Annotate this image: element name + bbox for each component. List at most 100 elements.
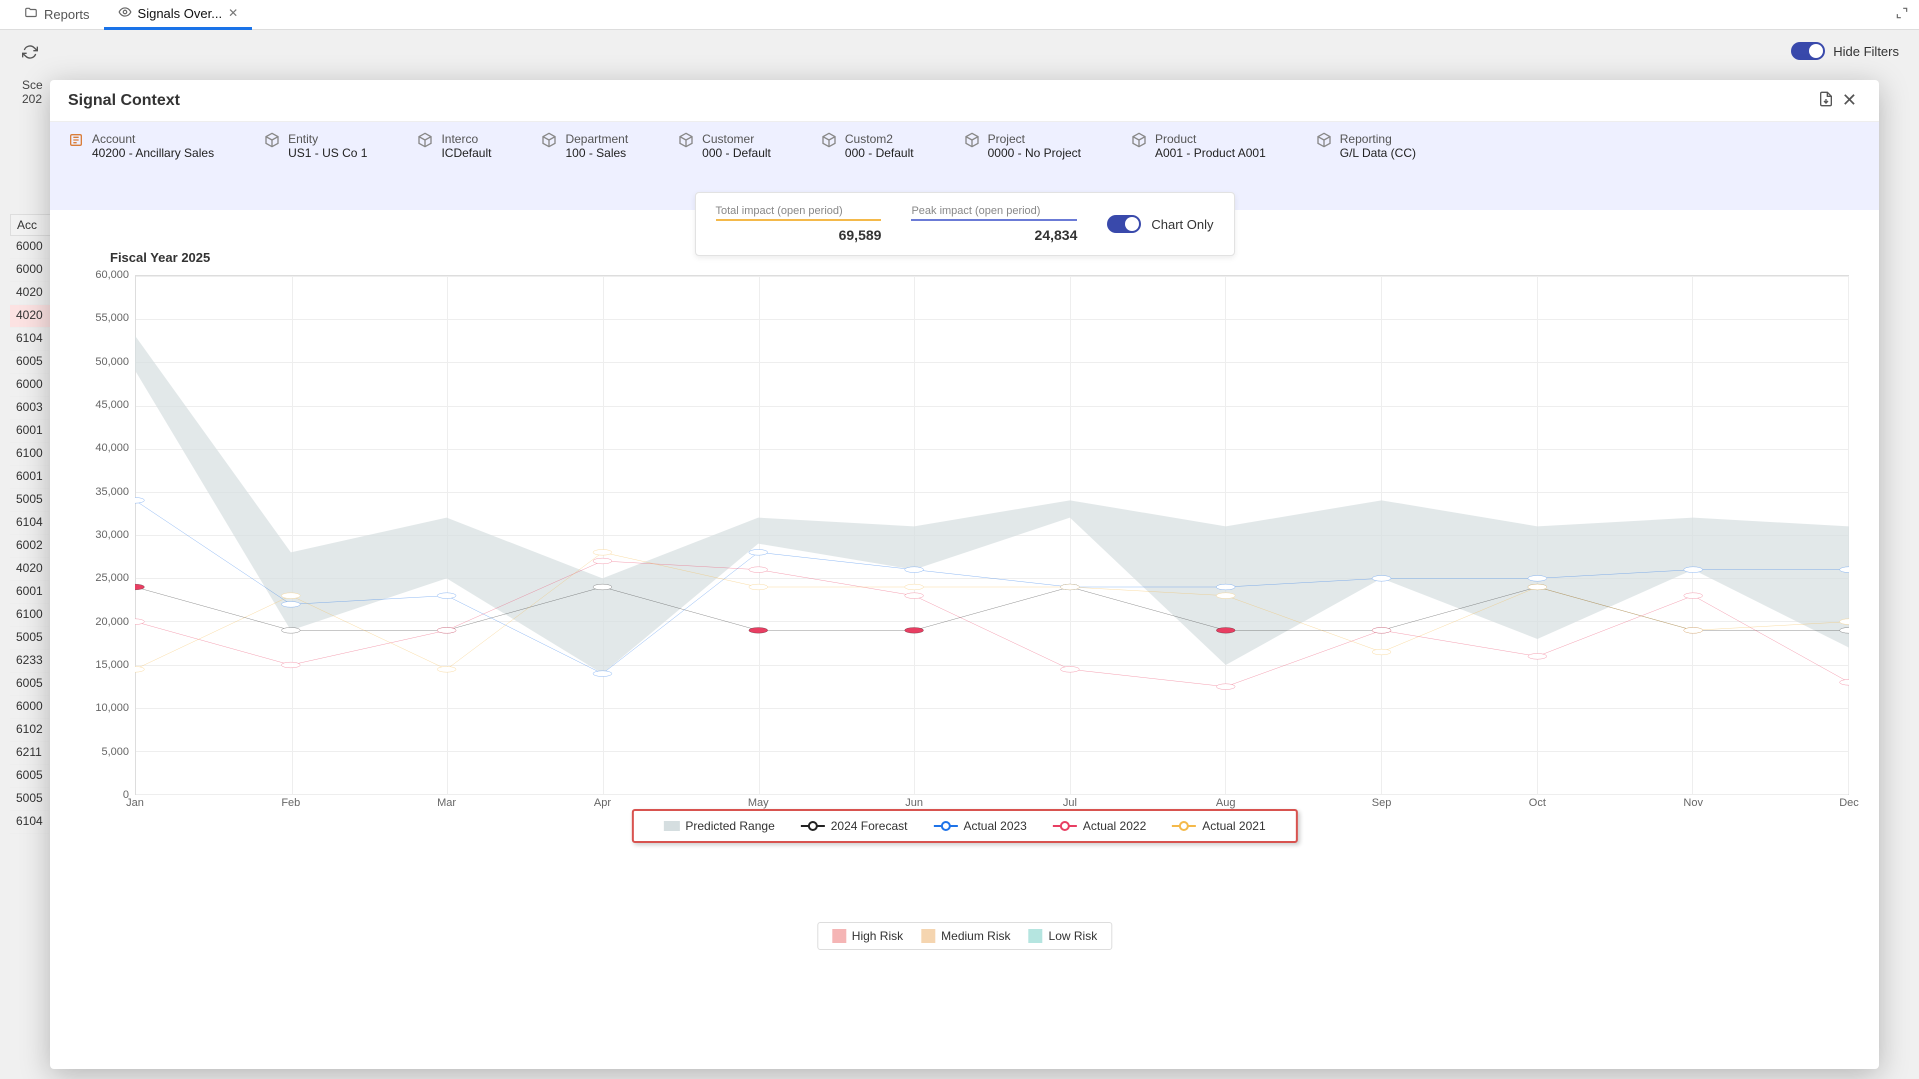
- legend-item[interactable]: Actual 2023: [933, 819, 1026, 833]
- legend-swatch: [1053, 825, 1077, 827]
- cube-icon: [821, 132, 837, 148]
- data-point[interactable]: [1684, 593, 1703, 599]
- expand-icon[interactable]: [1895, 6, 1909, 23]
- dimension-project[interactable]: Project0000 - No Project: [964, 132, 1081, 160]
- data-point[interactable]: [281, 662, 300, 668]
- data-point[interactable]: [1684, 567, 1703, 573]
- legend-item[interactable]: Predicted Range: [663, 819, 774, 833]
- data-point[interactable]: [281, 627, 300, 633]
- dimension-account[interactable]: Account40200 - Ancillary Sales: [68, 132, 214, 160]
- data-point[interactable]: [281, 601, 300, 607]
- legend-item[interactable]: Actual 2022: [1053, 819, 1146, 833]
- data-point[interactable]: [749, 627, 768, 633]
- data-point[interactable]: [593, 584, 612, 590]
- data-point[interactable]: [1528, 575, 1547, 581]
- x-tick: Nov: [1683, 797, 1703, 809]
- cube-icon: [1316, 132, 1332, 148]
- data-point[interactable]: [1372, 649, 1391, 655]
- hide-filters-label: Hide Filters: [1833, 44, 1899, 59]
- data-point[interactable]: [1372, 575, 1391, 581]
- dim-label: Customer: [702, 132, 771, 146]
- dim-value: 000 - Default: [702, 146, 771, 160]
- data-point[interactable]: [1528, 584, 1547, 590]
- chart-only-toggle[interactable]: Chart Only: [1107, 215, 1213, 233]
- dimension-product[interactable]: ProductA001 - Product A001: [1131, 132, 1266, 160]
- data-point[interactable]: [437, 593, 456, 599]
- dimension-entity[interactable]: EntityUS1 - US Co 1: [264, 132, 367, 160]
- data-point[interactable]: [135, 619, 144, 625]
- data-point[interactable]: [135, 666, 144, 672]
- legend-label: Actual 2021: [1202, 819, 1265, 833]
- tab-label: Reports: [44, 7, 90, 22]
- toggle-switch[interactable]: [1791, 42, 1825, 60]
- data-point[interactable]: [1372, 627, 1391, 633]
- data-point[interactable]: [1060, 584, 1079, 590]
- risk-label: High Risk: [852, 929, 903, 943]
- toggle-switch[interactable]: [1107, 215, 1141, 233]
- kpi-peak-impact: Peak impact (open period) 24,834: [911, 205, 1077, 243]
- data-point[interactable]: [437, 627, 456, 633]
- tab-signals[interactable]: Signals Over... ✕: [104, 0, 253, 30]
- tab-reports[interactable]: Reports: [10, 0, 104, 30]
- kpi-label: Total impact (open period): [716, 205, 882, 221]
- x-tick: Jan: [126, 797, 144, 809]
- y-tick: 60,000: [95, 269, 129, 281]
- kpi-card: Total impact (open period) 69,589 Peak i…: [695, 192, 1235, 256]
- risk-swatch: [1029, 929, 1043, 943]
- data-point[interactable]: [1528, 653, 1547, 659]
- data-point[interactable]: [905, 627, 924, 633]
- legend-item[interactable]: 2024 Forecast: [801, 819, 908, 833]
- x-tick: May: [748, 797, 769, 809]
- data-point[interactable]: [749, 567, 768, 573]
- x-tick: Apr: [594, 797, 611, 809]
- legend-item[interactable]: Actual 2021: [1172, 819, 1265, 833]
- risk-swatch: [921, 929, 935, 943]
- cube-icon: [1131, 132, 1147, 148]
- close-icon[interactable]: ✕: [1838, 86, 1861, 115]
- data-point[interactable]: [749, 549, 768, 555]
- dimension-reporting[interactable]: ReportingG/L Data (CC): [1316, 132, 1416, 160]
- data-point[interactable]: [749, 584, 768, 590]
- risk-legend: High Risk Medium Risk Low Risk: [817, 922, 1112, 950]
- dimension-interco[interactable]: IntercoICDefault: [417, 132, 491, 160]
- risk-legend-item: Medium Risk: [921, 929, 1010, 943]
- dim-label: Custom2: [845, 132, 914, 146]
- close-icon[interactable]: ✕: [228, 6, 238, 20]
- scenario-value: 202: [22, 92, 42, 106]
- chart-area: Fiscal Year 2025 05,00010,00015,00020,00…: [50, 210, 1879, 1069]
- dimension-customer[interactable]: Customer000 - Default: [678, 132, 771, 160]
- dim-value: G/L Data (CC): [1340, 146, 1416, 160]
- data-point[interactable]: [1840, 679, 1849, 685]
- data-point[interactable]: [905, 567, 924, 573]
- data-point[interactable]: [593, 549, 612, 555]
- y-tick: 35,000: [95, 486, 129, 498]
- data-point[interactable]: [281, 593, 300, 599]
- refresh-icon[interactable]: [22, 44, 38, 63]
- hide-filters-toggle[interactable]: Hide Filters: [1791, 42, 1899, 60]
- data-point[interactable]: [905, 593, 924, 599]
- data-point[interactable]: [1216, 627, 1235, 633]
- dimension-department[interactable]: Department100 - Sales: [541, 132, 628, 160]
- x-tick: Feb: [281, 797, 300, 809]
- legend-swatch: [663, 821, 679, 831]
- data-point[interactable]: [593, 558, 612, 564]
- data-point[interactable]: [437, 666, 456, 672]
- data-point[interactable]: [1216, 584, 1235, 590]
- y-tick: 55,000: [95, 312, 129, 324]
- eye-icon: [118, 5, 132, 22]
- data-point[interactable]: [135, 584, 144, 590]
- risk-legend-item: Low Risk: [1029, 929, 1098, 943]
- data-point[interactable]: [1216, 684, 1235, 690]
- data-point[interactable]: [1060, 666, 1079, 672]
- line-chart[interactable]: 05,00010,00015,00020,00025,00030,00035,0…: [80, 275, 1849, 815]
- dim-label: Account: [92, 132, 214, 146]
- chart-legend: Predicted Range 2024 Forecast Actual 2023 A…: [631, 809, 1297, 843]
- data-point[interactable]: [135, 497, 144, 503]
- export-icon[interactable]: [1814, 87, 1838, 114]
- data-point[interactable]: [1684, 627, 1703, 633]
- data-point[interactable]: [593, 671, 612, 677]
- data-point[interactable]: [905, 584, 924, 590]
- dimension-custom2[interactable]: Custom2000 - Default: [821, 132, 914, 160]
- data-point[interactable]: [1216, 593, 1235, 599]
- kpi-label: Peak impact (open period): [911, 205, 1077, 221]
